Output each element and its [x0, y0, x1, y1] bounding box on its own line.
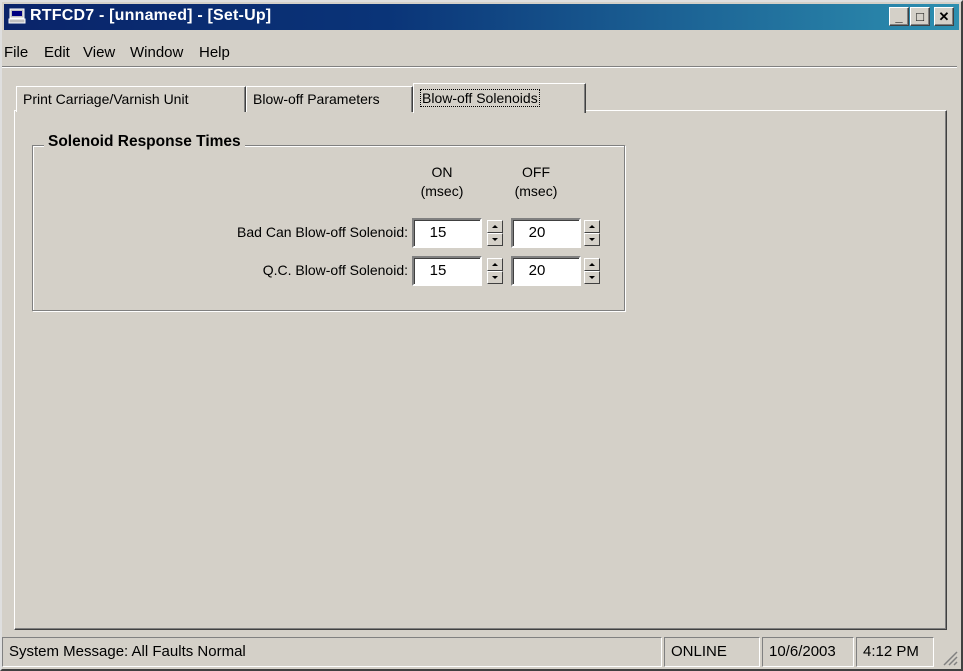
column-header-on: ON (msec)	[412, 163, 472, 201]
spin-down-arrow-icon[interactable]	[584, 233, 600, 246]
title-bar[interactable]: RTFCD7 - [unnamed] - [Set-Up] _ □ ✕	[4, 4, 959, 30]
spin-down-arrow-icon[interactable]	[584, 271, 600, 284]
group-title: Solenoid Response Times	[44, 133, 245, 151]
tab-label: Blow-off Solenoids	[422, 90, 538, 106]
bad-can-on-input[interactable]: 15	[412, 218, 482, 248]
column-label: OFF	[522, 164, 550, 180]
menu-help[interactable]: Help	[199, 44, 230, 61]
spin-down-arrow-icon[interactable]	[487, 233, 503, 246]
spin-down-arrow-icon[interactable]	[487, 271, 503, 284]
close-button[interactable]: ✕	[934, 7, 954, 26]
status-date: 10/6/2003	[762, 637, 854, 667]
qc-on-spinner[interactable]	[487, 258, 503, 284]
tab-label: Blow-off Parameters	[253, 91, 380, 107]
row-label-qc: Q.C. Blow-off Solenoid:	[262, 262, 408, 278]
maximize-button[interactable]: □	[910, 7, 930, 26]
bad-can-off-spinner[interactable]	[584, 220, 600, 246]
tab-blowoff-parameters[interactable]: Blow-off Parameters	[246, 86, 413, 112]
status-message: System Message: All Faults Normal	[2, 637, 662, 667]
row-label-bad-can: Bad Can Blow-off Solenoid:	[237, 224, 408, 240]
bad-can-on-spinner[interactable]	[487, 220, 503, 246]
spin-up-arrow-icon[interactable]	[487, 258, 503, 271]
column-unit: (msec)	[420, 183, 464, 199]
qc-off-input[interactable]: 20	[511, 256, 581, 286]
qc-off-spinner[interactable]	[584, 258, 600, 284]
menu-view[interactable]: View	[83, 44, 115, 61]
tab-blowoff-solenoids[interactable]: Blow-off Solenoids	[413, 83, 586, 113]
spin-up-arrow-icon[interactable]	[584, 258, 600, 271]
bad-can-off-input[interactable]: 20	[511, 218, 581, 248]
minimize-button[interactable]: _	[889, 7, 909, 26]
column-header-off: OFF (msec)	[506, 163, 566, 201]
tab-label: Print Carriage/Varnish Unit	[23, 91, 189, 107]
menu-edit[interactable]: Edit	[44, 44, 70, 61]
status-time: 4:12 PM	[856, 637, 934, 667]
menu-separator	[2, 66, 957, 68]
window-title: RTFCD7 - [unnamed] - [Set-Up]	[30, 7, 272, 24]
status-connection: ONLINE	[664, 637, 760, 667]
column-label: ON	[431, 164, 453, 180]
spin-up-arrow-icon[interactable]	[487, 220, 503, 233]
menu-window[interactable]: Window	[130, 44, 183, 61]
menu-file[interactable]: File	[4, 44, 28, 61]
qc-on-input[interactable]: 15	[412, 256, 482, 286]
resize-grip-icon[interactable]	[938, 646, 958, 666]
computer-icon	[8, 8, 26, 24]
column-unit: (msec)	[514, 183, 558, 199]
spin-up-arrow-icon[interactable]	[584, 220, 600, 233]
tab-print-carriage[interactable]: Print Carriage/Varnish Unit	[16, 86, 246, 112]
